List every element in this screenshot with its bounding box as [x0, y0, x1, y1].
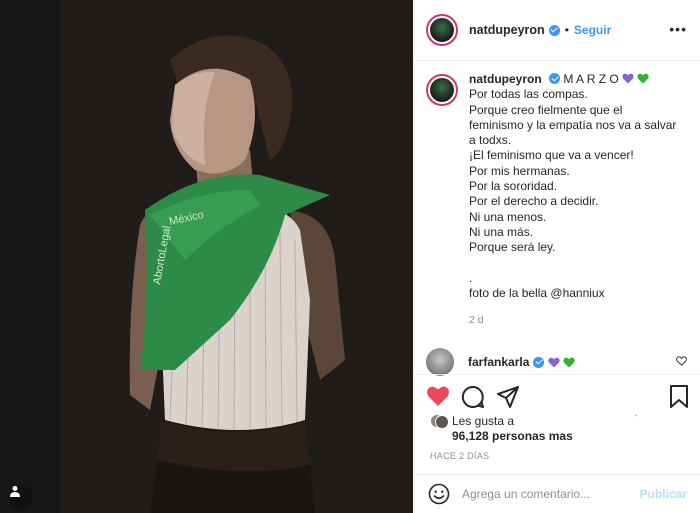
comment-like-icon[interactable] — [676, 356, 687, 366]
user-tag-button[interactable] — [9, 485, 33, 509]
commenter-username[interactable]: farfankarla — [468, 355, 529, 369]
likes-tick-mark: ˊ — [634, 414, 638, 426]
caption-line: Por mis hermanas. — [469, 163, 570, 178]
caption-line: Por todas las compas. — [469, 87, 588, 102]
purple-heart-icon — [622, 73, 634, 84]
author-username[interactable]: natdupeyron — [469, 23, 545, 37]
caption-line: . — [469, 270, 473, 285]
caption: natdupeyron M A R Z O Por todas las comp… — [414, 72, 700, 328]
caption-line: Por el derecho a decidir. — [469, 194, 599, 209]
caption-line: foto de la bella @hanniux — [469, 285, 605, 300]
separator-dot: • — [564, 23, 569, 37]
verified-icon — [549, 73, 561, 84]
green-heart-icon — [637, 73, 650, 84]
caption-line: Ni una más. — [469, 224, 534, 239]
caption-author-username[interactable]: natdupeyron — [469, 72, 542, 86]
heart-icon[interactable] — [426, 385, 450, 407]
comment-icon[interactable] — [461, 385, 485, 409]
liker-avatars — [430, 414, 450, 430]
bookmark-icon[interactable] — [669, 385, 689, 409]
caption-line — [469, 256, 684, 271]
caption-line: Ni una menos. — [469, 209, 547, 224]
comment-input[interactable] — [462, 487, 622, 501]
follow-button[interactable]: Seguir — [574, 23, 611, 37]
emoji-icon[interactable] — [428, 483, 450, 505]
green-heart-icon — [563, 357, 576, 367]
action-bar — [414, 374, 700, 414]
post-timestamp[interactable]: HACE 2 DÍAS — [430, 451, 489, 461]
post-photo[interactable]: México AbortoLegal — [0, 0, 413, 513]
photo-illustration: México AbortoLegal — [0, 0, 413, 513]
author-avatar[interactable] — [426, 14, 458, 46]
post-side-panel: natdupeyron • Seguir ••• natdupeyron M A… — [413, 0, 700, 513]
caption-line: Porque creo fielmente que el — [469, 102, 623, 117]
caption-line: a todxs. — [469, 133, 512, 148]
publish-button[interactable]: Publicar — [640, 487, 687, 501]
caption-author-avatar[interactable] — [426, 74, 458, 106]
caption-line: ¡El feminismo que va a vencer! — [469, 148, 634, 163]
comment-composer: Publicar — [414, 474, 700, 513]
verified-icon — [533, 356, 545, 368]
caption-age: 2 d — [469, 314, 484, 327]
likes-count[interactable]: 96,128 personas mas — [452, 429, 573, 443]
share-icon[interactable] — [496, 385, 520, 409]
caption-title: M A R Z O — [563, 72, 619, 86]
caption-line: feminismo y la empatía nos va a salvar — [469, 117, 677, 132]
post-header: natdupeyron • Seguir ••• — [414, 0, 700, 61]
user-tag-icon — [10, 486, 20, 497]
comments-list[interactable]: natdupeyron M A R Z O Por todas las comp… — [414, 72, 700, 372]
more-icon[interactable]: ••• — [669, 22, 687, 36]
comment-item: farfankarla — [426, 348, 691, 376]
likes-label: Les gusta a — [452, 414, 515, 428]
caption-line: Por la sororidad. — [469, 179, 558, 194]
likes-summary[interactable]: Les gusta a 96,128 personas mas — [430, 414, 573, 444]
verified-icon — [548, 24, 560, 36]
purple-heart-icon — [548, 357, 561, 367]
caption-line: Porque será ley. — [469, 240, 556, 255]
commenter-avatar[interactable] — [426, 348, 454, 376]
